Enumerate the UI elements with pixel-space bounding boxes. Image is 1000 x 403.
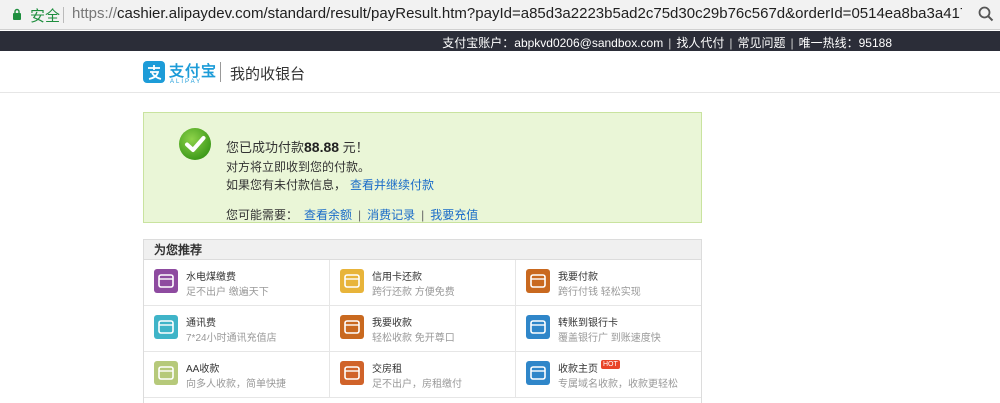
url-scheme: https:// [72, 5, 118, 22]
recommend-item-label: 信用卡还款 [372, 272, 422, 283]
recommend-title: 为您推荐 [144, 240, 701, 260]
recommend-panel: 为您推荐 水电煤缴费 足不出户 缴遍天下 信用卡还款 跨行还款 方便免费 我要付款 跨行付… [143, 239, 702, 403]
success-note: 对方将立即收到您的付款。 [226, 160, 371, 174]
alipay-logo-icon[interactable] [143, 61, 165, 83]
divider: | [358, 208, 362, 222]
recommend-item-label: 收款主页 [558, 364, 598, 375]
recommend-item[interactable]: 交房租足不出户，房租缴付 [330, 352, 516, 398]
success-check-icon [179, 128, 211, 160]
recommend-item-label: 水电煤缴费 [186, 272, 236, 283]
recommend-item-label: 通讯费 [186, 318, 216, 329]
divider: | [668, 36, 672, 50]
recommend-item-title: 通讯费 [186, 314, 216, 329]
lock-icon [13, 8, 21, 20]
browser-address-bar: 安全 https://cashier.alipaydev.com/standar… [0, 0, 1000, 30]
divider: | [790, 36, 794, 50]
recommend-item-label: 我要付款 [558, 272, 598, 283]
recommend-item-label: 转账到银行卡 [558, 318, 618, 329]
phone-recharge-icon [154, 315, 178, 339]
top-bar: 支付宝账户：abpkvd0206@sandbox.com | 找人代付 | 常见问题 | 唯… [0, 31, 1000, 51]
bank-transfer-icon [526, 315, 550, 339]
unpaid-note: 如果您有未付款信息， 查看并继续付款 [226, 176, 434, 193]
aa-collect-icon [154, 361, 178, 385]
recommend-item[interactable]: 通讯费 7*24小时通讯充值店 [144, 306, 330, 352]
utilities-icon [154, 269, 178, 293]
homepage-icon [526, 361, 550, 385]
recommend-item-label: 我要收款 [372, 318, 412, 329]
receive-money-icon [340, 315, 364, 339]
page-title: 我的收银台 [230, 66, 306, 83]
recommend-item-subtitle: 足不出户 缴遍天下 [186, 287, 269, 298]
account-label: 支付宝账户：abpkvd0206@sandbox.com [442, 36, 664, 50]
divider: | [421, 208, 425, 222]
paid-amount: 88.88 [304, 139, 340, 155]
success-message: 您已成功付款88.88 元！ [226, 137, 369, 156]
recommend-item-title: 收款主页 HOT [558, 360, 620, 375]
rent-icon [340, 361, 364, 385]
recommend-item-title: 交房租 [372, 360, 402, 375]
logo-subtext: ALIPAY [170, 79, 203, 85]
recommend-item[interactable]: 我要收款轻松收款 免开尊口 [330, 306, 516, 352]
unpaid-note-text: 如果您有未付款信息， [226, 178, 347, 192]
recommend-item-title: 我要付款 [558, 268, 598, 283]
recommend-item-title: 转账到银行卡 [558, 314, 618, 329]
url-text: cashier.alipaydev.com/standard/result/pa… [117, 5, 962, 22]
logo-text: 支付宝 [169, 63, 218, 80]
recommend-item-label: 交房租 [372, 364, 402, 375]
address-divider [63, 7, 64, 23]
suggested-label: 您可能需要： [226, 208, 299, 222]
recommend-item-subtitle: 覆盖银行广 到账速度快 [558, 333, 661, 344]
recommend-item-subtitle: 7*24小时通讯充值店 [186, 333, 277, 344]
recommend-item-subtitle: 跨行付钱 轻松实现 [558, 287, 641, 298]
suggested-actions: 您可能需要： 查看余额 | 消费记录 | 我要充值 [226, 206, 484, 223]
success-prefix: 您已成功付款 [226, 140, 305, 155]
alipay-logo-mark [148, 65, 162, 80]
hotline-label: 唯一热线：95188 [798, 36, 892, 50]
recommend-grid: 水电煤缴费 足不出户 缴遍天下 信用卡还款 跨行还款 方便免费 我要付款 跨行付钱 轻松实… [144, 260, 701, 398]
success-suffix: 元！ [339, 140, 369, 155]
recommend-item[interactable]: 信用卡还款跨行还款 方便免费 [330, 260, 516, 306]
recommend-item-subtitle: 跨行还款 方便免费 [372, 287, 455, 298]
recommend-item[interactable]: 转账到银行卡覆盖银行广 到账速度快 [516, 306, 701, 352]
recommend-item[interactable]: 水电煤缴费足不出户 缴遍天下 [144, 260, 330, 306]
view-balance-link[interactable]: 查看余额 [304, 208, 352, 222]
find-payer-link[interactable]: 找人代付 [676, 34, 724, 51]
search-icon[interactable] [978, 6, 994, 22]
header: 支付宝 ALIPAY 我的收银台 [0, 51, 1000, 93]
recommend-item-subtitle: 轻松收款 免开尊口 [372, 333, 455, 344]
recommend-item[interactable]: AA收款向多人收款，简单快捷 [144, 352, 330, 398]
recommend-item-title: 水电煤缴费 [186, 268, 236, 283]
header-divider [220, 62, 221, 82]
recommend-item[interactable]: 收款主页 HOT 专属域名收款，收款更轻松 [516, 352, 701, 398]
send-money-icon [526, 269, 550, 293]
top-up-link[interactable]: 我要充值 [430, 208, 478, 222]
recommend-item-subtitle: 向多人收款，简单快捷 [186, 379, 286, 390]
faq-link[interactable]: 常见问题 [737, 34, 785, 51]
payment-success-box: 您已成功付款88.88 元！ 对方将立即收到您的付款。 如果您有未付款信息， 查看… [143, 112, 702, 223]
transaction-history-link[interactable]: 消费记录 [367, 208, 415, 222]
recommend-item-title: 信用卡还款 [372, 268, 422, 283]
credit-card-icon [340, 269, 364, 293]
recommend-item-title: AA收款 [186, 360, 219, 375]
url-field[interactable]: https://cashier.alipaydev.com/standard/r… [72, 5, 962, 22]
recommend-item-title: 我要收款 [372, 314, 412, 329]
recommend-item-label: AA收款 [186, 364, 220, 375]
recommend-item[interactable]: 我要付款跨行付钱 轻松实现 [516, 260, 701, 306]
divider: | [729, 36, 733, 50]
hot-badge: HOT [601, 360, 620, 369]
continue-payment-link[interactable]: 查看并继续付款 [350, 178, 434, 192]
recommend-item-subtitle: 足不出户，房租缴付 [372, 379, 462, 390]
recommend-item-subtitle: 专属域名收款，收款更轻松 [558, 379, 678, 390]
secure-label: 安全 [30, 8, 61, 25]
